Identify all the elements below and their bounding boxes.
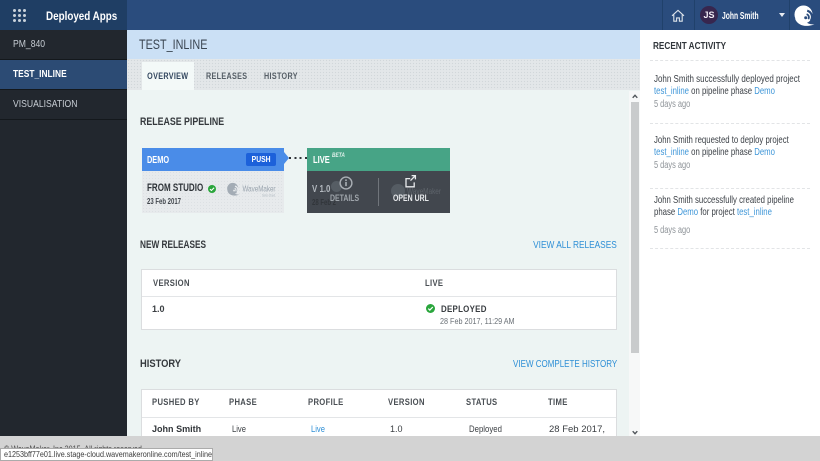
svg-text:Demo Cloud: Demo Cloud — [262, 193, 275, 198]
